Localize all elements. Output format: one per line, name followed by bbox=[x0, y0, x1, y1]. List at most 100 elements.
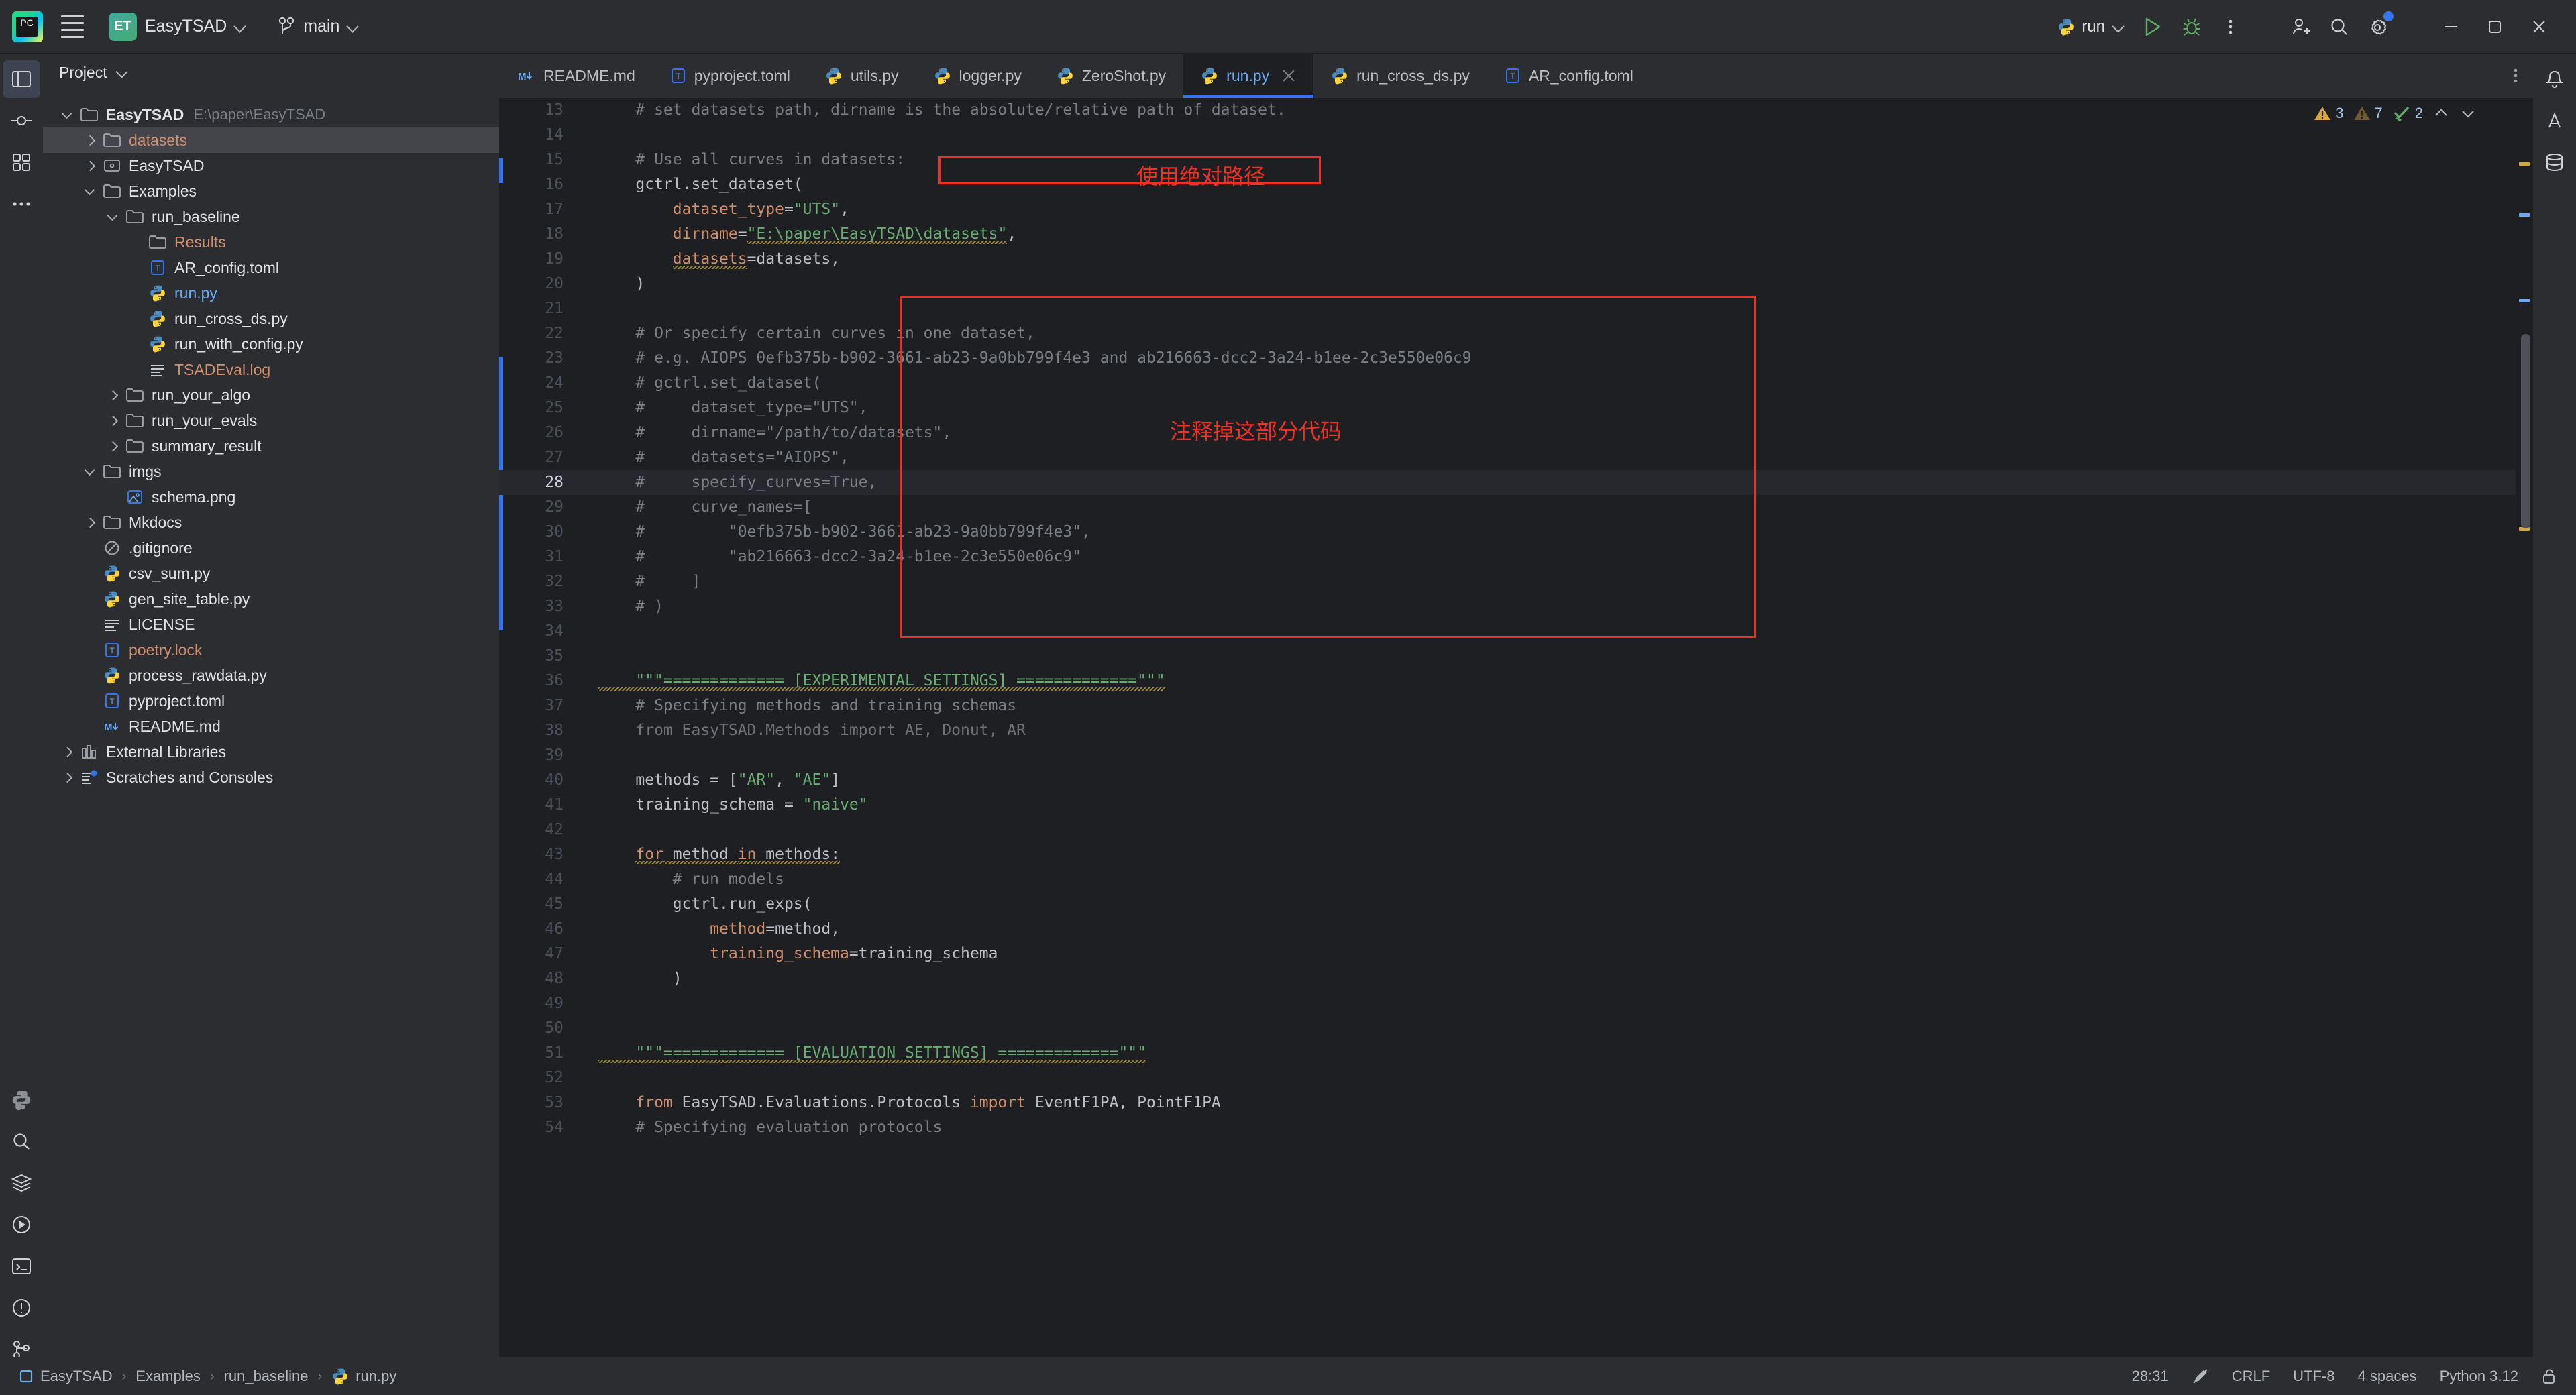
tree-item-examples[interactable]: Examples bbox=[43, 178, 499, 204]
tab-logger-py[interactable]: logger.py bbox=[916, 54, 1039, 98]
tool-button-packages[interactable] bbox=[3, 1164, 40, 1202]
code-line-27[interactable]: 27 # datasets="AIOPS", bbox=[499, 445, 2533, 470]
code-line-35[interactable]: 35 bbox=[499, 644, 2533, 669]
tree-item-pyproject-toml[interactable]: Tpyproject.toml bbox=[43, 688, 499, 714]
tree-item-tsadeval-log[interactable]: TSADEval.log bbox=[43, 357, 499, 382]
python-interpreter[interactable]: Python 3.12 bbox=[2440, 1368, 2518, 1385]
tool-button-problems[interactable] bbox=[3, 1289, 40, 1327]
chevron-right-icon[interactable] bbox=[58, 742, 78, 762]
tree-item-readme-md[interactable]: M README.md bbox=[43, 714, 499, 739]
line-separator[interactable]: CRLF bbox=[2232, 1368, 2270, 1385]
tree-item-summary-result[interactable]: summary_result bbox=[43, 433, 499, 459]
tree-item-csv-sum-py[interactable]: csv_sum.py bbox=[43, 561, 499, 586]
code-line-17[interactable]: 17 dataset_type="UTS", bbox=[499, 197, 2533, 222]
tree-item-schema-png[interactable]: schema.png bbox=[43, 484, 499, 510]
tree-item-datasets[interactable]: datasets bbox=[43, 127, 499, 153]
code-line-30[interactable]: 30 # "0efb375b-b902-3661-ab23-9a0bb799f4… bbox=[499, 520, 2533, 545]
unlocked-padlock-icon[interactable] bbox=[2541, 1368, 2557, 1385]
code-line-52[interactable]: 52 bbox=[499, 1066, 2533, 1091]
tree-item-run-your-evals[interactable]: run_your_evals bbox=[43, 408, 499, 433]
code-line-48[interactable]: 48 ) bbox=[499, 966, 2533, 991]
code-line-44[interactable]: 44 # run models bbox=[499, 867, 2533, 892]
code-line-53[interactable]: 53 from EasyTSAD.Evaluations.Protocols i… bbox=[499, 1091, 2533, 1115]
chevron-right-icon[interactable] bbox=[103, 385, 123, 405]
chevron-down-icon[interactable] bbox=[103, 207, 123, 227]
tree-item-process-rawdata-py[interactable]: process_rawdata.py bbox=[43, 663, 499, 688]
code-line-47[interactable]: 47 training_schema=training_schema bbox=[499, 942, 2533, 966]
tab-utils-py[interactable]: utils.py bbox=[808, 54, 916, 98]
chevron-down-icon[interactable] bbox=[2459, 105, 2477, 122]
tree-item-run-baseline[interactable]: run_baseline bbox=[43, 204, 499, 229]
code-line-39[interactable]: 39 bbox=[499, 743, 2533, 768]
gear-icon[interactable] bbox=[2359, 7, 2398, 46]
code-line-46[interactable]: 46 method=method, bbox=[499, 917, 2533, 942]
project-selector[interactable]: ET EasyTSAD bbox=[102, 9, 254, 45]
tool-button-python-console[interactable] bbox=[3, 1081, 40, 1119]
tree-item-external-libraries[interactable]: External Libraries bbox=[43, 739, 499, 765]
chevron-down-icon[interactable] bbox=[80, 461, 101, 482]
tree-item-scratches-and-consoles[interactable]: Scratches and Consoles bbox=[43, 765, 499, 790]
tab-run-cross-ds-py[interactable]: run_cross_ds.py bbox=[1313, 54, 1487, 98]
close-tab-icon[interactable] bbox=[1281, 68, 1296, 83]
code-line-32[interactable]: 32 # ] bbox=[499, 569, 2533, 594]
code-line-25[interactable]: 25 # dataset_type="UTS", bbox=[499, 396, 2533, 421]
code-line-40[interactable]: 40 methods = ["AR", "AE"] bbox=[499, 768, 2533, 793]
tool-button-project[interactable] bbox=[3, 60, 40, 98]
code-line-37[interactable]: 37 # Specifying methods and training sch… bbox=[499, 693, 2533, 718]
code-line-13[interactable]: 13 # set datasets path, dirname is the a… bbox=[499, 98, 2533, 123]
maximize-button[interactable] bbox=[2473, 7, 2517, 46]
chevron-right-icon[interactable] bbox=[103, 436, 123, 456]
breadcrumb-item-run-py[interactable]: run.py bbox=[331, 1368, 396, 1385]
tool-button-find[interactable] bbox=[3, 1123, 40, 1160]
search-icon[interactable] bbox=[2320, 7, 2359, 46]
tree-item-license[interactable]: LICENSE bbox=[43, 612, 499, 637]
tree-item-run-your-algo[interactable]: run_your_algo bbox=[43, 382, 499, 408]
code-line-43[interactable]: 43 for method in methods: bbox=[499, 842, 2533, 867]
code-line-36[interactable]: 36 """============= [EXPERIMENTAL SETTIN… bbox=[499, 669, 2533, 693]
code-line-50[interactable]: 50 bbox=[499, 1016, 2533, 1041]
code-line-34[interactable]: 34 bbox=[499, 619, 2533, 644]
weak-warning-count[interactable]: 7 bbox=[2353, 105, 2383, 122]
crossed-pencil-icon[interactable] bbox=[2192, 1368, 2209, 1385]
tool-button-more[interactable] bbox=[3, 185, 40, 223]
chevron-up-icon[interactable] bbox=[2432, 105, 2450, 122]
breadcrumb-item-easytsad[interactable]: EasyTSAD bbox=[19, 1368, 113, 1385]
file-encoding[interactable]: UTF-8 bbox=[2293, 1368, 2334, 1385]
tree-item-run-py[interactable]: run.py bbox=[43, 280, 499, 306]
code-line-26[interactable]: 26 # dirname="/path/to/datasets", bbox=[499, 421, 2533, 445]
code-line-15[interactable]: 15 # Use all curves in datasets: bbox=[499, 148, 2533, 172]
caret-position[interactable]: 28:31 bbox=[2132, 1368, 2169, 1385]
code-line-24[interactable]: 24 # gctrl.set_dataset( bbox=[499, 371, 2533, 396]
code-line-29[interactable]: 29 # curve_names=[ bbox=[499, 495, 2533, 520]
tab-run-py[interactable]: run.py bbox=[1183, 54, 1314, 98]
chevron-down-icon[interactable] bbox=[58, 105, 78, 125]
branch-selector[interactable]: main bbox=[271, 13, 366, 41]
tree-item-easytsad[interactable]: EasyTSAD bbox=[43, 153, 499, 178]
tree-item-run-cross-ds-py[interactable]: run_cross_ds.py bbox=[43, 306, 499, 331]
chevron-down-icon[interactable] bbox=[80, 181, 101, 201]
tree-item-imgs[interactable]: imgs bbox=[43, 459, 499, 484]
tab-pyproject-toml[interactable]: Tpyproject.toml bbox=[653, 54, 808, 98]
tree-item-easytsad[interactable]: EasyTSAD E:\paper\EasyTSAD bbox=[43, 102, 499, 127]
tree-item-ar-config-toml[interactable]: T AR_config.toml bbox=[43, 255, 499, 280]
code-line-14[interactable]: 14 bbox=[499, 123, 2533, 148]
warning-count[interactable]: 3 bbox=[2314, 105, 2344, 122]
code-line-54[interactable]: 54 # Specifying evaluation protocols bbox=[499, 1115, 2533, 1140]
chevron-right-icon[interactable] bbox=[80, 512, 101, 533]
code-line-22[interactable]: 22 # Or specify certain curves in one da… bbox=[499, 321, 2533, 346]
chevron-right-icon[interactable] bbox=[80, 130, 101, 150]
code-line-33[interactable]: 33 # ) bbox=[499, 594, 2533, 619]
chevron-right-icon[interactable] bbox=[80, 156, 101, 176]
tab-zeroshot-py[interactable]: ZeroShot.py bbox=[1039, 54, 1183, 98]
code-line-42[interactable]: 42 bbox=[499, 818, 2533, 842]
code-line-31[interactable]: 31 # "ab216663-dcc2-3a24-b1ee-2c3e550e06… bbox=[499, 545, 2533, 569]
code-line-45[interactable]: 45 gctrl.run_exps( bbox=[499, 892, 2533, 917]
tool-button-run[interactable] bbox=[3, 1206, 40, 1243]
code-line-16[interactable]: 16 gctrl.set_dataset( bbox=[499, 172, 2533, 197]
code-line-21[interactable]: 21 bbox=[499, 296, 2533, 321]
error-stripe[interactable] bbox=[2516, 98, 2533, 1379]
code-line-51[interactable]: 51 """============= [EVALUATION SETTINGS… bbox=[499, 1041, 2533, 1066]
code-line-18[interactable]: 18 dirname="E:\paper\EasyTSAD\datasets", bbox=[499, 222, 2533, 247]
breadcrumb-item-examples[interactable]: Examples bbox=[136, 1368, 201, 1385]
code-line-23[interactable]: 23 # e.g. AIOPS 0efb375b-b902-3661-ab23-… bbox=[499, 346, 2533, 371]
